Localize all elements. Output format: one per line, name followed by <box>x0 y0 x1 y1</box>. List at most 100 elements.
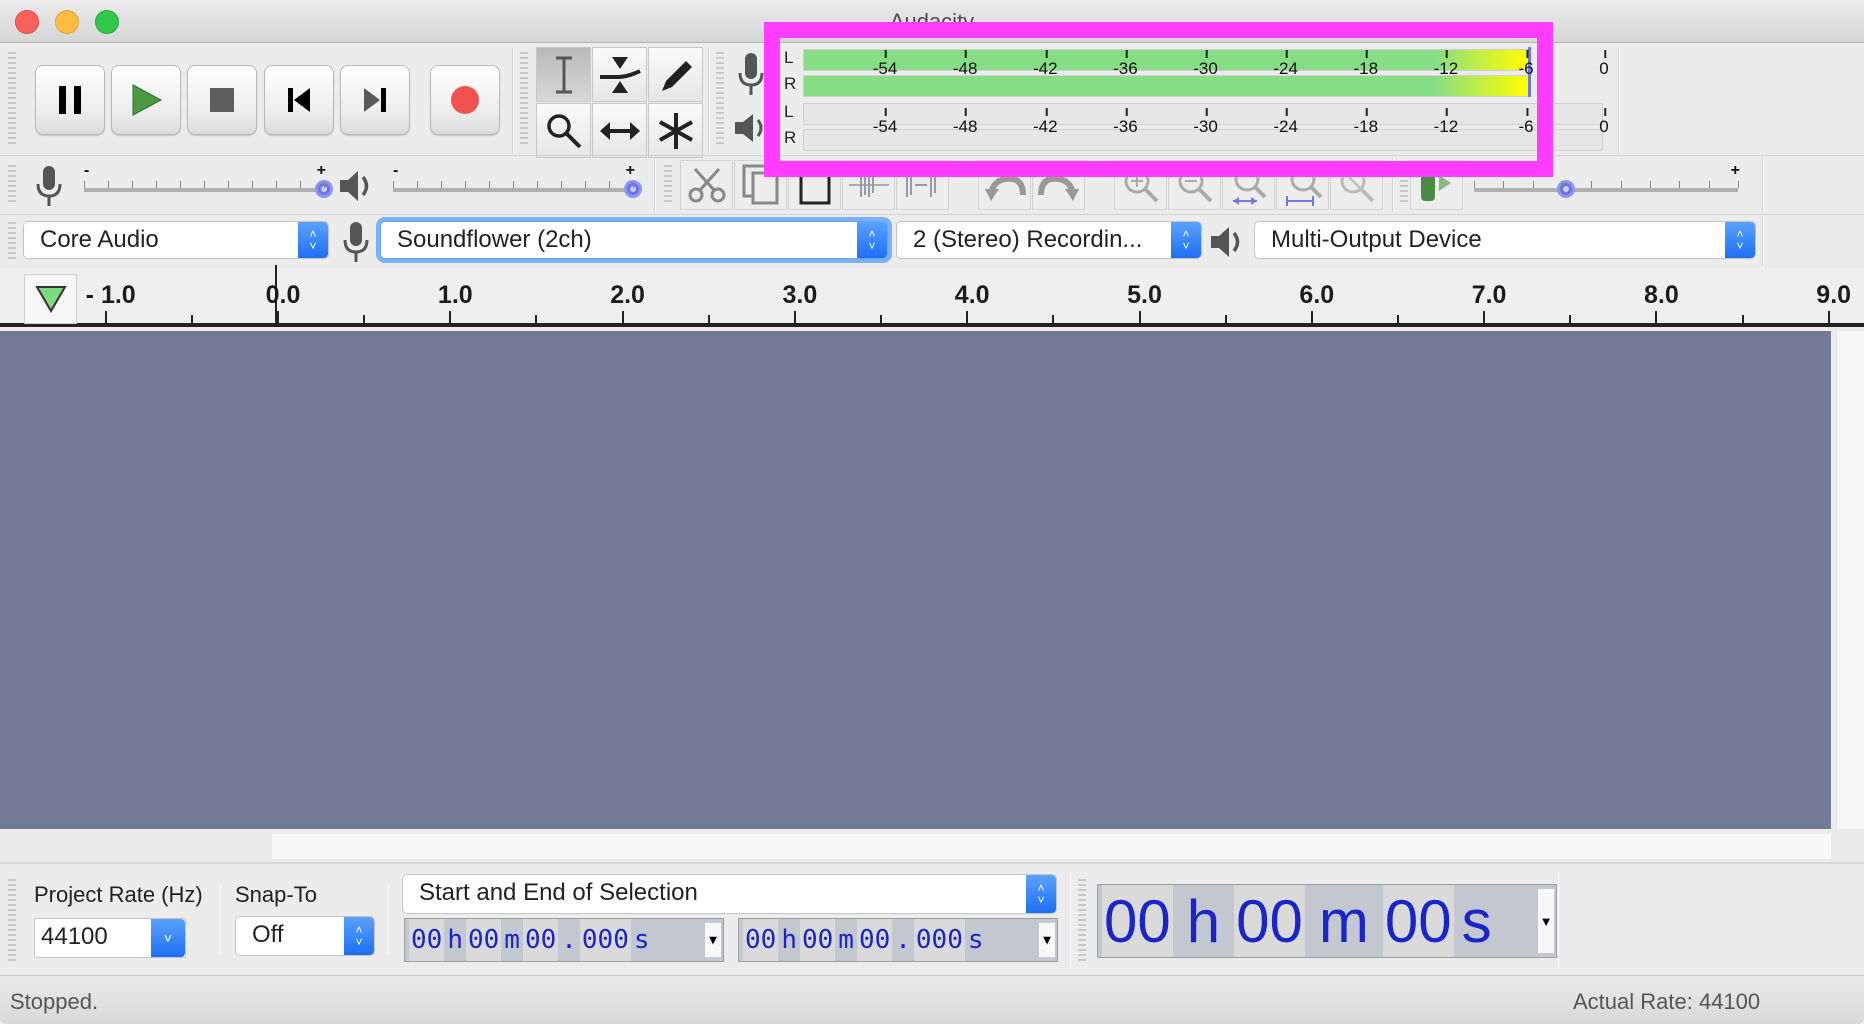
playback-device-icon <box>1207 216 1249 268</box>
ruler-label: 7.0 <box>1471 281 1507 309</box>
zoom-in-icon <box>1124 168 1158 203</box>
format-dropdown-arrow-icon[interactable]: ▼ <box>1039 923 1055 957</box>
recording-meter[interactable]: L R -54 -48 -42 -36 -30 -24 -18 -12 -6 0 <box>778 47 1618 99</box>
meter-tick-label: -54 <box>872 50 898 78</box>
multi-tool-button[interactable] <box>648 103 703 158</box>
seconds-digits[interactable]: 00 <box>856 919 893 961</box>
ruler-tick <box>1224 315 1227 323</box>
vertical-scrollbar[interactable] <box>1836 331 1864 829</box>
selection-end-time[interactable]: 00 h 00 m 00. 000 s ▼ <box>738 918 1058 962</box>
slider-tick <box>228 181 229 188</box>
selection-mode-select[interactable]: Start and End of Selection ˄ ˅ <box>402 874 1057 914</box>
milliseconds-digits[interactable]: 000 <box>913 919 965 961</box>
recording-level-left <box>804 50 1527 70</box>
pause-button[interactable] <box>35 65 105 135</box>
edit-toolbar-grip[interactable] <box>664 165 672 205</box>
right-channel-label: R <box>784 74 797 93</box>
format-dropdown-arrow-icon[interactable]: ▼ <box>1538 889 1554 953</box>
slider-track <box>393 188 633 192</box>
timeline-options-button[interactable] <box>24 274 77 324</box>
slider-thumb[interactable] <box>1557 180 1576 198</box>
playback-meter[interactable]: L R -54 -48 -42 -36 -30 -24 -18 -12 -6 0 <box>778 102 1618 154</box>
audio-host-select[interactable]: Core Audio ˄ ˅ <box>23 221 329 259</box>
horizontal-scrollbar[interactable] <box>272 834 1831 859</box>
meter-tick-label: -36 <box>1113 50 1138 78</box>
slider-tick <box>1738 181 1739 188</box>
zoom-tool-button[interactable] <box>536 103 591 158</box>
copy-icon <box>742 164 778 205</box>
redo-button[interactable] <box>1032 160 1085 210</box>
cut-button[interactable] <box>680 160 733 210</box>
selection-toolbar-grip[interactable] <box>8 879 16 963</box>
stop-button[interactable] <box>187 65 257 135</box>
hours-digits[interactable]: 00 <box>409 919 445 961</box>
timeline-ruler[interactable]: - 1.0 0.0 1.0 2.0 3.0 4.0 5.0 6.0 7.0 8.0 9.0 <box>0 265 1864 327</box>
ruler-tick <box>1396 315 1399 323</box>
track-area[interactable] <box>0 331 1831 829</box>
slider-max-label: + <box>1730 162 1740 179</box>
separator <box>1070 872 1071 968</box>
time-shift-tool-button[interactable] <box>592 103 647 158</box>
zoom-out-button[interactable] <box>1168 160 1221 210</box>
copy-button[interactable] <box>734 160 787 210</box>
playback-speed-slider[interactable]: + <box>1474 162 1740 198</box>
toolbar-separator <box>1762 158 1764 212</box>
play-at-speed-button[interactable] <box>1410 160 1463 210</box>
selection-start-time[interactable]: 00 h 00 m 00. 000 s ▼ <box>404 918 724 962</box>
zoom-in-button[interactable] <box>1114 160 1167 210</box>
playback-device-select[interactable]: Multi-Output Device ˄ ˅ <box>1254 221 1756 259</box>
milliseconds-digits[interactable]: 000 <box>579 919 631 961</box>
meter-toolbar-grip[interactable] <box>716 52 724 147</box>
speaker-icon <box>1211 227 1240 257</box>
recording-meter-button[interactable] <box>730 48 772 100</box>
slider-tick <box>1679 181 1681 188</box>
trim-button[interactable] <box>842 160 895 210</box>
silence-button[interactable] <box>896 160 949 210</box>
transport-toolbar-grip[interactable] <box>8 52 16 147</box>
draw-tool-button[interactable] <box>648 47 703 102</box>
skip-to-end-button[interactable] <box>340 65 410 135</box>
device-toolbar-grip[interactable] <box>8 222 16 262</box>
fit-selection-button[interactable] <box>1222 160 1275 210</box>
status-text: Stopped. <box>10 989 99 1014</box>
window-title: Audacity <box>889 9 975 34</box>
slider-tick <box>1474 181 1475 188</box>
magnifier-icon <box>546 113 581 148</box>
ruler-tick <box>1483 311 1486 323</box>
right-channel-label: R <box>784 128 797 147</box>
undo-button[interactable] <box>978 160 1031 210</box>
recording-channels-select[interactable]: 2 (Stereo) Recordin... ˄ ˅ <box>896 221 1202 259</box>
minutes-digits[interactable]: 00 <box>799 919 836 961</box>
skip-to-start-button[interactable] <box>264 65 334 135</box>
fit-project-button[interactable] <box>1276 160 1329 210</box>
slider-tick <box>84 181 85 188</box>
hours-digits[interactable]: 00 <box>743 919 779 961</box>
zoom-toggle-button[interactable] <box>1330 160 1383 210</box>
record-button[interactable] <box>430 65 500 135</box>
ruler-tick <box>277 311 279 323</box>
envelope-tool-button[interactable] <box>592 47 647 102</box>
seconds-unit: s <box>633 925 650 955</box>
meter-tick-label: -36 <box>1113 108 1138 136</box>
project-rate-combo[interactable]: 44100 ˅ <box>34 918 186 958</box>
record-icon <box>451 86 479 114</box>
recording-meter-left-bar <box>803 49 1530 71</box>
slider-tick <box>276 181 277 188</box>
playback-meter-button[interactable] <box>730 102 772 154</box>
format-dropdown-arrow-icon[interactable]: ▼ <box>705 923 721 957</box>
play-at-speed-toolbar-grip[interactable] <box>1400 165 1408 205</box>
playback-volume-slider[interactable]: - + <box>393 162 642 198</box>
triangle-down-icon <box>34 286 67 313</box>
minutes-digits[interactable]: 00 <box>465 919 502 961</box>
play-button[interactable] <box>111 65 181 135</box>
snap-to-select[interactable]: Off ˄ ˅ <box>235 916 375 956</box>
paste-button[interactable] <box>788 160 841 210</box>
selection-tool-button[interactable] <box>536 47 591 102</box>
tools-toolbar-grip[interactable] <box>520 52 528 147</box>
audio-position-display[interactable]: 00 h 00 m 00 s ▼ <box>1097 884 1557 958</box>
time-toolbar-grip[interactable] <box>1078 879 1086 963</box>
recording-device-select[interactable]: Soundflower (2ch) ˄ ˅ <box>380 221 888 259</box>
mixer-toolbar-grip[interactable] <box>8 165 16 205</box>
recording-volume-slider[interactable]: - + <box>84 162 333 198</box>
seconds-digits[interactable]: 00 <box>522 919 559 961</box>
